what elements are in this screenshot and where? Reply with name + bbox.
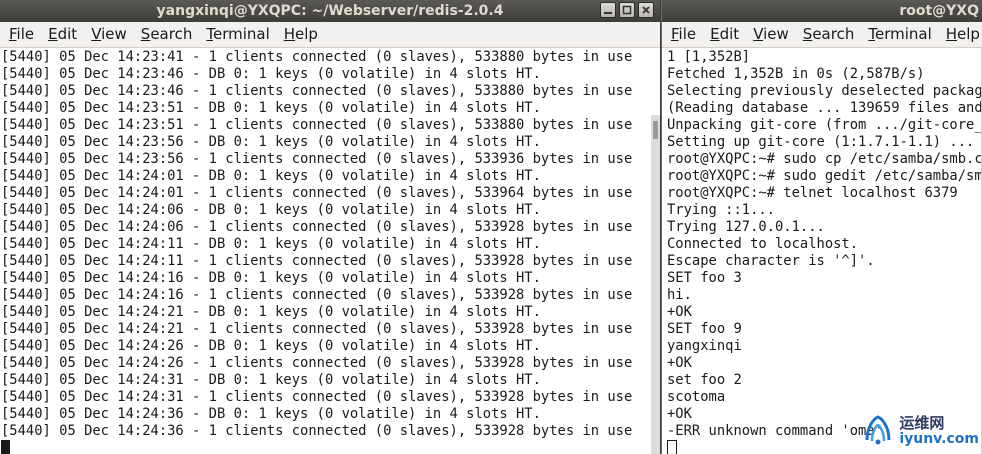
terminal-line: [5440] 05 Dec 14:23:46 - DB 0: 1 keys (0… xyxy=(1,66,541,82)
right-terminal-window: root@YXQ File Edit View Search Terminal … xyxy=(661,0,982,454)
terminal-line: root@YXQPC:~# sudo gedit /etc/samba/smb xyxy=(667,168,982,184)
watermark: 运维网 iyunv.com xyxy=(861,414,979,448)
terminal-line: [5440] 05 Dec 14:24:11 - 1 clients conne… xyxy=(1,253,633,269)
terminal-line: [5440] 05 Dec 14:23:56 - 1 clients conne… xyxy=(1,151,633,167)
terminal-line: [5440] 05 Dec 14:24:16 - DB 0: 1 keys (0… xyxy=(1,270,541,286)
terminal-line: Trying ::1... xyxy=(667,202,775,218)
terminal-line: [5440] 05 Dec 14:23:41 - 1 clients conne… xyxy=(1,49,633,65)
terminal-line: [5440] 05 Dec 14:24:01 - 1 clients conne… xyxy=(1,185,633,201)
terminal-line: [5440] 05 Dec 14:23:51 - DB 0: 1 keys (0… xyxy=(1,100,541,116)
terminal-line: [5440] 05 Dec 14:24:16 - 1 clients conne… xyxy=(1,287,633,303)
terminal-line: SET foo 9 xyxy=(667,321,742,337)
terminal-line: scotoma xyxy=(667,389,726,405)
left-window-title: yangxinqi@YXQPC: ~/Webserver/redis-2.0.4 xyxy=(156,3,504,19)
terminal-line: [5440] 05 Dec 14:24:26 - 1 clients conne… xyxy=(1,355,633,371)
menu-view[interactable]: View xyxy=(84,22,134,47)
terminal-line: yangxinqi xyxy=(667,338,742,354)
terminal-line: Selecting previously deselected package xyxy=(667,83,982,99)
watermark-url: iyunv.com xyxy=(899,431,979,447)
menu-edit[interactable]: Edit xyxy=(703,22,746,47)
terminal-line: [5440] 05 Dec 14:24:36 - DB 0: 1 keys (0… xyxy=(1,406,541,422)
terminal-cursor xyxy=(667,440,677,454)
terminal-line: [5440] 05 Dec 14:24:06 - 1 clients conne… xyxy=(1,219,633,235)
left-terminal-window: yangxinqi@YXQPC: ~/Webserver/redis-2.0.4… xyxy=(0,0,660,454)
terminal-line: [5440] 05 Dec 14:24:01 - DB 0: 1 keys (0… xyxy=(1,168,541,184)
terminal-line: [5440] 05 Dec 14:23:46 - 1 clients conne… xyxy=(1,83,633,99)
terminal-line: 1 [1,352B] xyxy=(667,49,751,65)
terminal-line: root@YXQPC:~# sudo cp /etc/samba/smb.con xyxy=(667,151,982,167)
terminal-line: Escape character is '^]'. xyxy=(667,253,875,269)
terminal-cursor xyxy=(1,440,10,454)
terminal-line: Fetched 1,352B in 0s (2,587B/s) xyxy=(667,66,925,82)
terminal-line: root@YXQPC:~# telnet localhost 6379 xyxy=(667,185,958,201)
right-menubar: File Edit View Search Terminal Help xyxy=(662,22,982,48)
menu-edit[interactable]: Edit xyxy=(41,22,84,47)
menu-terminal[interactable]: Terminal xyxy=(861,22,938,47)
terminal-line: [5440] 05 Dec 14:24:21 - DB 0: 1 keys (0… xyxy=(1,304,541,320)
right-terminal-output[interactable]: 1 [1,352B] Fetched 1,352B in 0s (2,587B/s… xyxy=(662,48,982,454)
terminal-line: [5440] 05 Dec 14:24:26 - DB 0: 1 keys (0… xyxy=(1,338,541,354)
terminal-line: [5440] 05 Dec 14:24:31 - DB 0: 1 keys (0… xyxy=(1,372,541,388)
terminal-cursor-line xyxy=(1,440,660,454)
watermark-logo-icon xyxy=(865,415,891,445)
terminal-line: [5440] 05 Dec 14:24:36 - 1 clients conne… xyxy=(1,423,633,439)
terminal-line: Unpacking git-core (from .../git-core_1% xyxy=(667,117,982,133)
menu-help[interactable]: Help xyxy=(277,22,325,47)
minimize-icon[interactable] xyxy=(600,2,616,18)
terminal-line: (Reading database ... 139659 files and c xyxy=(667,100,982,116)
terminal-line: [5440] 05 Dec 14:23:51 - 1 clients conne… xyxy=(1,117,633,133)
menu-file[interactable]: File xyxy=(2,22,41,47)
left-terminal-output[interactable]: [5440] 05 Dec 14:23:41 - 1 clients conne… xyxy=(0,48,660,454)
terminal-line: set foo 2 xyxy=(667,372,742,388)
right-titlebar[interactable]: root@YXQ xyxy=(662,0,982,22)
scrollbar-thumb[interactable] xyxy=(653,121,658,139)
terminal-line: hi. xyxy=(667,287,692,303)
left-titlebar[interactable]: yangxinqi@YXQPC: ~/Webserver/redis-2.0.4 xyxy=(0,0,660,22)
terminal-line: SET foo 3 xyxy=(667,270,742,286)
left-scrollbar[interactable] xyxy=(651,115,660,454)
close-icon[interactable] xyxy=(638,2,654,18)
terminal-line: [5440] 05 Dec 14:24:11 - DB 0: 1 keys (0… xyxy=(1,236,541,252)
menu-help[interactable]: Help xyxy=(939,22,982,47)
terminal-line: [5440] 05 Dec 14:24:31 - 1 clients conne… xyxy=(1,389,633,405)
maximize-icon[interactable] xyxy=(619,2,635,18)
right-window-title: root@YXQ xyxy=(899,3,979,19)
terminal-line: [5440] 05 Dec 14:23:56 - DB 0: 1 keys (0… xyxy=(1,134,541,150)
menu-file[interactable]: File xyxy=(664,22,703,47)
left-menubar: File Edit View Search Terminal Help xyxy=(0,22,660,48)
terminal-line: [5440] 05 Dec 14:24:21 - 1 clients conne… xyxy=(1,321,633,337)
terminal-line: Trying 127.0.0.1... xyxy=(667,219,825,235)
menu-search[interactable]: Search xyxy=(134,22,200,47)
menu-view[interactable]: View xyxy=(746,22,796,47)
terminal-line: +OK xyxy=(667,355,692,371)
left-window-controls xyxy=(600,2,654,18)
watermark-cn: 运维网 xyxy=(899,414,945,432)
menu-terminal[interactable]: Terminal xyxy=(199,22,276,47)
terminal-line: Setting up git-core (1:1.7.1-1.1) ... xyxy=(667,134,975,150)
terminal-line: [5440] 05 Dec 14:24:06 - DB 0: 1 keys (0… xyxy=(1,202,541,218)
terminal-line: +OK xyxy=(667,304,692,320)
menu-search[interactable]: Search xyxy=(796,22,862,47)
terminal-line: Connected to localhost. xyxy=(667,236,859,252)
